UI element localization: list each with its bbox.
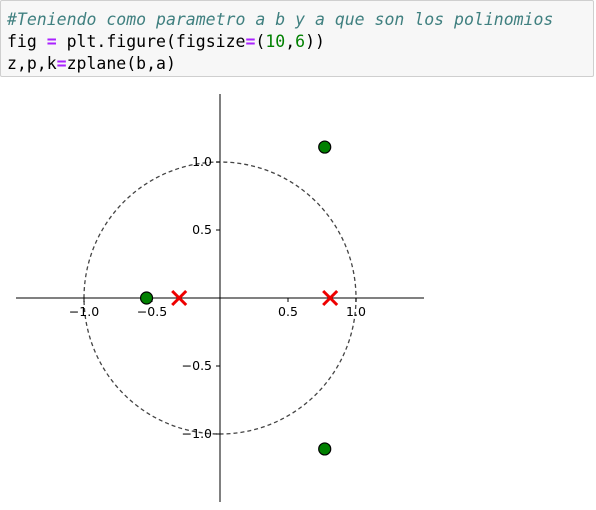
- code-token: fig: [7, 32, 47, 51]
- zero-marker: [318, 140, 332, 154]
- x-tick-label: −1.0: [69, 304, 99, 319]
- y-tick-label: 1.0: [192, 154, 212, 169]
- zero-marker: [318, 442, 332, 456]
- zero-marker: [139, 291, 154, 305]
- code-number: 6: [295, 32, 306, 51]
- code-token: ,: [285, 32, 296, 51]
- code-line-zplane: z,p,k=zplane(b,a): [7, 53, 176, 75]
- x-tick-label: 0.5: [278, 304, 298, 319]
- code-cell[interactable]: #Teniendo como parametro a b y a que son…: [0, 0, 594, 77]
- x-tick-label: 1.0: [346, 304, 366, 319]
- code-operator: =: [46, 32, 57, 51]
- code-number: 10: [265, 32, 286, 51]
- y-tick-label: 0.5: [192, 222, 212, 237]
- code-token: (: [255, 32, 266, 51]
- code-token: z,p,k: [7, 54, 57, 73]
- y-tick-label: −0.5: [182, 358, 212, 373]
- code-token: plt.figure(figsize: [56, 32, 246, 51]
- code-operator: =: [56, 54, 67, 73]
- x-tick-label: −0.5: [137, 304, 167, 319]
- pole-zero-plot: −1.0 −0.5 0.5 1.0 1.0 0.5 −0.5 −1.0: [16, 94, 424, 502]
- y-tick-label: −1.0: [182, 426, 212, 441]
- code-comment: #Teniendo como parametro a b y a que son…: [7, 10, 554, 29]
- code-operator: =: [245, 32, 256, 51]
- code-token: )): [305, 32, 325, 51]
- code-line-comment: #Teniendo como parametro a b y a que son…: [7, 9, 553, 31]
- code-line-figure: fig = plt.figure(figsize=(10,6)): [7, 31, 325, 53]
- code-token: zplane(b,a): [66, 54, 176, 73]
